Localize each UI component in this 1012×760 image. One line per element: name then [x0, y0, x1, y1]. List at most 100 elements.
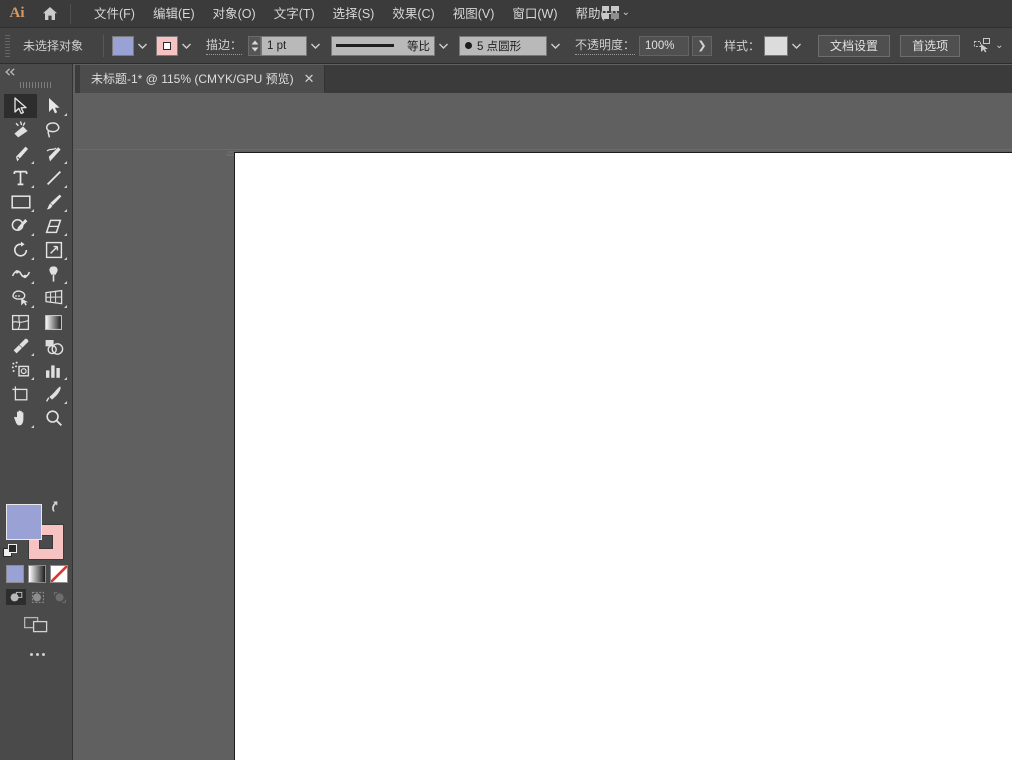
- opacity-input[interactable]: 100%: [639, 35, 690, 56]
- graphic-style-chevron-down-icon[interactable]: [788, 36, 804, 56]
- stroke-chevron-down-icon[interactable]: [178, 36, 194, 56]
- default-fill-stroke-icon[interactable]: [3, 544, 19, 560]
- column-graph-tool[interactable]: [37, 358, 70, 382]
- menu-bar: Ai 文件(F) 编辑(E) 对象(O) 文字(T) 选择(S) 效果(C) 视…: [0, 0, 1012, 28]
- workspace-switcher[interactable]: ⌄: [598, 4, 634, 21]
- opacity-label[interactable]: 不透明度：: [575, 36, 636, 55]
- eraser-tool[interactable]: [37, 214, 70, 238]
- blend-tool[interactable]: [37, 334, 70, 358]
- width-warp-tool[interactable]: [4, 262, 37, 286]
- illustrator-window: Ai 文件(F) 编辑(E) 对象(O) 文字(T) 选择(S) 效果(C) 视…: [0, 0, 1012, 760]
- menu-select[interactable]: 选择(S): [324, 1, 384, 27]
- tool-flyout-indicator: [64, 257, 67, 260]
- tool-flyout-indicator: [31, 305, 34, 308]
- shaper-pencil-tool[interactable]: [4, 214, 37, 238]
- opacity-options-button[interactable]: ❯: [692, 35, 713, 56]
- stroke-weight-stepper[interactable]: [248, 35, 262, 56]
- menu-file[interactable]: 文件(F): [85, 1, 144, 27]
- gradient-mode-button[interactable]: [28, 565, 46, 583]
- close-icon[interactable]: ✕: [304, 72, 315, 85]
- brush-definition-selector[interactable]: 5 点圆形: [459, 35, 548, 56]
- menu-effect[interactable]: 效果(C): [383, 1, 443, 27]
- tool-flyout-indicator: [64, 113, 67, 116]
- canvas-area[interactable]: [74, 93, 1012, 760]
- slice-tool[interactable]: [37, 382, 70, 406]
- fill-color-swatch[interactable]: [112, 35, 134, 56]
- draw-normal-button[interactable]: [6, 589, 26, 605]
- symbol-sprayer-tool[interactable]: [4, 358, 37, 382]
- selection-status-label: 未选择对象: [23, 39, 84, 53]
- preferences-button[interactable]: 首选项: [900, 34, 961, 57]
- width-profile-selector[interactable]: 等比: [331, 35, 436, 56]
- menu-object[interactable]: 对象(O): [204, 1, 265, 27]
- home-icon[interactable]: [34, 0, 66, 28]
- eyedropper-tool[interactable]: [4, 334, 37, 358]
- rectangle-tool[interactable]: [4, 190, 37, 214]
- draw-inside-button[interactable]: [50, 589, 70, 605]
- stroke-color-swatch[interactable]: [156, 35, 178, 56]
- perspective-grid-tool[interactable]: [37, 286, 70, 310]
- graphic-style-swatch[interactable]: [764, 35, 789, 56]
- control-bar: 未选择对象 描边： 1 pt 等比 5 点圆形 不透明度： 100% ❯ 样式：…: [0, 28, 1012, 64]
- menu-items: 文件(F) 编辑(E) 对象(O) 文字(T) 选择(S) 效果(C) 视图(V…: [85, 1, 627, 27]
- curvature-tool[interactable]: [37, 142, 70, 166]
- color-mode-button[interactable]: [6, 565, 24, 583]
- direct-selection-tool[interactable]: [37, 94, 70, 118]
- change-screen-mode-icon[interactable]: [23, 613, 50, 633]
- zoom-tool[interactable]: [37, 406, 70, 430]
- gradient-tool[interactable]: [37, 310, 70, 334]
- tool-flyout-indicator: [64, 233, 67, 236]
- fill-chevron-down-icon[interactable]: [134, 36, 150, 56]
- brush-definition-label: 5 点圆形: [477, 40, 522, 53]
- canvas-top-rule: [74, 149, 1012, 150]
- rotate-tool[interactable]: [4, 238, 37, 262]
- pen-tool[interactable]: [4, 142, 37, 166]
- swap-fill-stroke-icon[interactable]: [50, 500, 66, 516]
- shape-builder-tool[interactable]: [4, 286, 37, 310]
- tool-flyout-indicator: [31, 353, 34, 356]
- document-tab[interactable]: 未标题-1* @ 115% (CMYK/GPU 预览) ✕: [80, 65, 325, 93]
- tool-flyout-indicator: [64, 401, 67, 404]
- none-mode-button[interactable]: [50, 565, 68, 583]
- brush-chevron-down-icon[interactable]: [547, 36, 563, 56]
- tool-flyout-indicator: [31, 281, 34, 284]
- tool-flyout-indicator: [64, 281, 67, 284]
- artboard[interactable]: [234, 152, 1012, 760]
- menu-window[interactable]: 窗口(W): [503, 1, 566, 27]
- width-profile-chevron-down-icon[interactable]: [435, 36, 451, 56]
- select-similar-objects-button[interactable]: ⌄: [974, 38, 1003, 53]
- draw-behind-button[interactable]: [28, 589, 48, 605]
- select-similar-objects-icon: [974, 38, 991, 53]
- menu-type[interactable]: 文字(T): [265, 1, 324, 27]
- menu-edit[interactable]: 编辑(E): [144, 1, 204, 27]
- brush-preview-icon: [465, 42, 473, 49]
- stroke-weight-input[interactable]: 1 pt: [261, 35, 308, 56]
- edit-toolbar-icon[interactable]: [26, 647, 48, 661]
- stroke-weight-chevron-down-icon[interactable]: [307, 36, 323, 56]
- document-tab-bar: 未标题-1* @ 115% (CMYK/GPU 预览) ✕: [75, 65, 1012, 93]
- line-segment-tool[interactable]: [37, 166, 70, 190]
- hand-tool[interactable]: [4, 406, 37, 430]
- paintbrush-tool[interactable]: [37, 190, 70, 214]
- artboard-tool[interactable]: [4, 382, 37, 406]
- menu-view[interactable]: 视图(V): [444, 1, 504, 27]
- collapse-panel-icon[interactable]: [0, 64, 73, 80]
- lasso-tool[interactable]: [37, 118, 70, 142]
- tools-panel-grip[interactable]: [20, 82, 53, 88]
- drawing-mode-buttons: [6, 589, 70, 605]
- tool-flyout-indicator: [31, 185, 34, 188]
- document-setup-button[interactable]: 文档设置: [818, 34, 891, 57]
- mesh-tool[interactable]: [4, 310, 37, 334]
- fill-mode-buttons: [6, 565, 68, 583]
- scale-tool[interactable]: [37, 238, 70, 262]
- selection-tool[interactable]: [4, 94, 37, 118]
- width-profile-label: 等比: [407, 40, 431, 53]
- control-bar-grip[interactable]: [3, 34, 13, 57]
- stroke-weight-label[interactable]: 描边：: [206, 36, 243, 55]
- free-transform-tool[interactable]: [37, 262, 70, 286]
- magic-wand-tool[interactable]: [4, 118, 37, 142]
- tool-flyout-indicator: [31, 233, 34, 236]
- type-tool[interactable]: [4, 166, 37, 190]
- fill-color-indicator[interactable]: [6, 504, 42, 540]
- tools-grid: [4, 94, 70, 430]
